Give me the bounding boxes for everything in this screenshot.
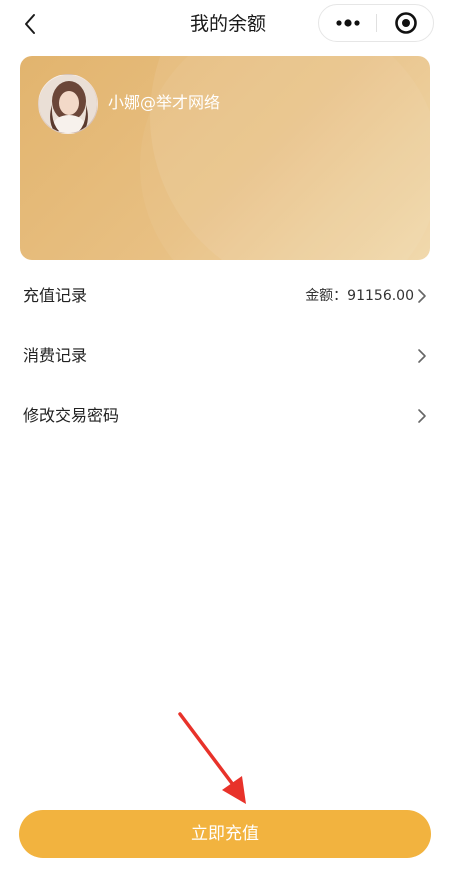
more-dots-icon: [335, 19, 360, 27]
menu-item-consumption-records[interactable]: 消费记录: [0, 326, 456, 386]
mini-program-capsule: [318, 4, 434, 42]
menu-item-recharge-records[interactable]: 充值记录 金额：91156.00: [0, 266, 456, 326]
annotation-arrow-icon: [178, 712, 246, 804]
menu-item-label: 消费记录: [23, 346, 88, 365]
username: 小娜@举才网络: [108, 93, 221, 112]
chevron-right-icon: [418, 349, 426, 363]
chevron-right-icon: [418, 289, 426, 303]
target-icon: [394, 12, 417, 34]
chevron-right-icon: [418, 409, 426, 423]
more-button[interactable]: [319, 5, 376, 41]
avatar-image: [39, 75, 97, 133]
amount-value: 金额：91156.00: [305, 288, 414, 304]
close-mini-program-button[interactable]: [377, 5, 434, 41]
balance-card: 小娜@举才网络: [20, 56, 430, 260]
avatar: [38, 74, 98, 134]
card-decoration: [140, 56, 430, 260]
menu-item-change-trade-password[interactable]: 修改交易密码: [0, 386, 456, 446]
nav-bar: 我的余额: [0, 0, 456, 48]
recharge-now-button[interactable]: 立即充值: [19, 810, 431, 858]
menu-item-label: 充值记录: [23, 286, 88, 305]
menu-item-label: 修改交易密码: [23, 406, 120, 425]
